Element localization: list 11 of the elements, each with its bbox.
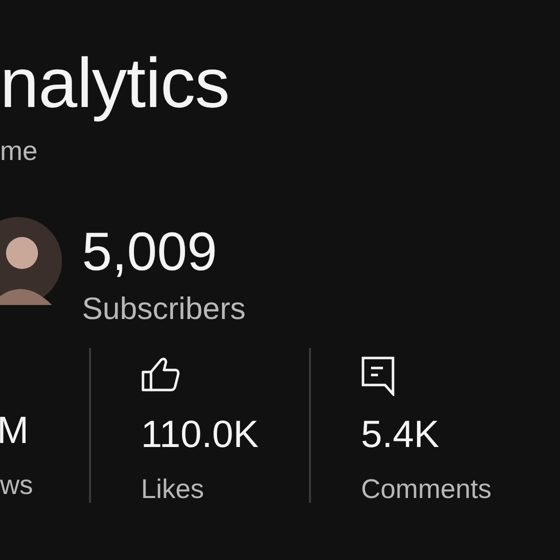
- page-subtitle: me: [0, 138, 39, 165]
- stat-label: Comments: [361, 476, 492, 503]
- comment-icon: [361, 356, 395, 396]
- stat-value: M: [0, 412, 30, 450]
- stat-value: 110.0K: [141, 416, 260, 454]
- subscriber-count: 5,009: [82, 225, 218, 279]
- thumbs-up-icon: [141, 356, 181, 394]
- stat-label: Likes: [141, 476, 206, 503]
- stat-value: 5.4K: [361, 416, 440, 454]
- subscriber-label: Subscribers: [82, 293, 246, 324]
- stat-label: ws: [0, 472, 34, 499]
